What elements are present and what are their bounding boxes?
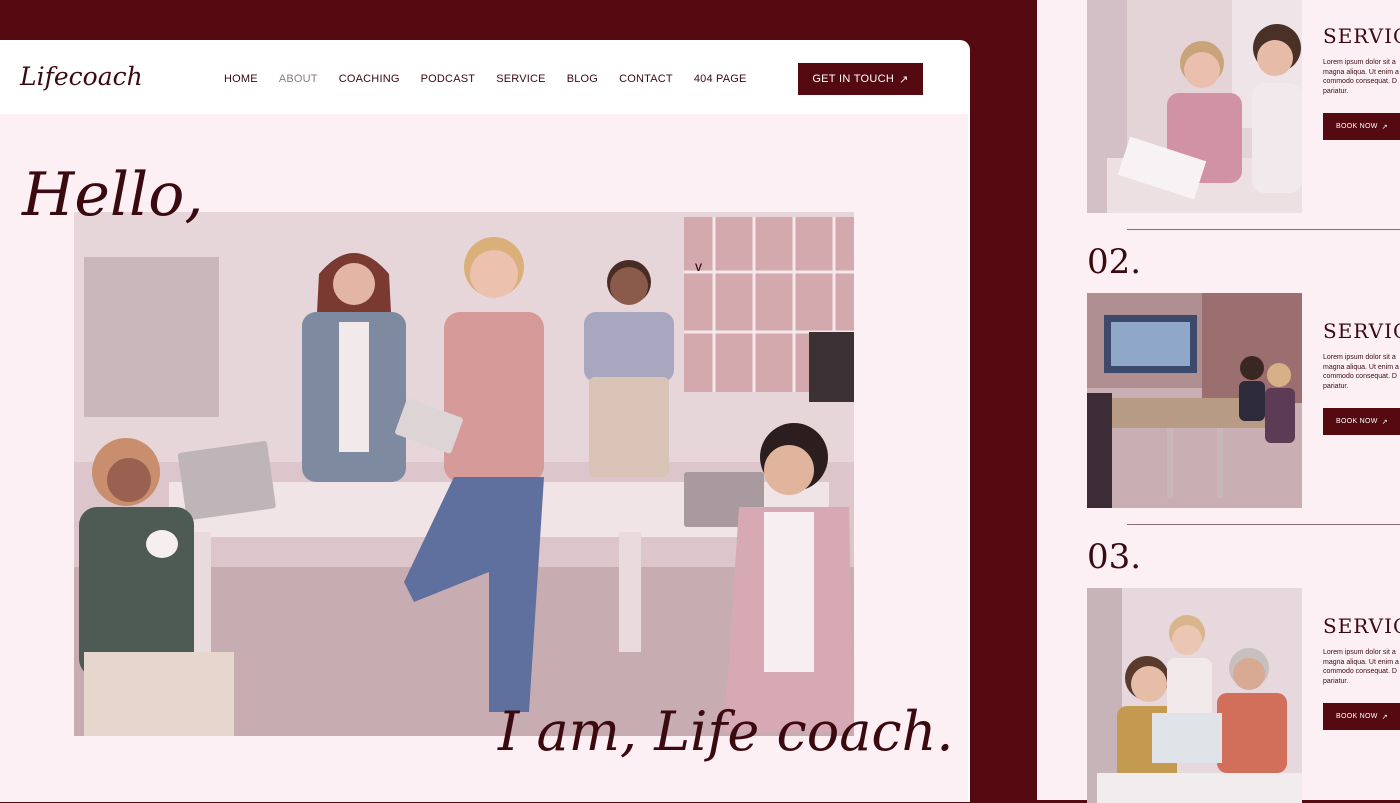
hero-tagline: I am, Life coach. (498, 700, 954, 763)
nav-blog[interactable]: BLOG (567, 73, 598, 85)
service-2-description: Lorem ipsum dolor sit a magna aliqua. Ut… (1323, 354, 1399, 390)
service-3-illustration (1087, 588, 1302, 803)
service-1-description: Lorem ipsum dolor sit a magna aliqua. Ut… (1323, 59, 1399, 95)
nav-contact[interactable]: CONTACT (619, 73, 673, 85)
service-divider (1127, 229, 1400, 230)
service-2-photo (1087, 293, 1302, 508)
hero-greeting: Hello, (22, 160, 204, 230)
hero-team-photo (74, 212, 854, 736)
service-1-book-now-button[interactable]: BOOK NOW ↗ (1323, 113, 1400, 140)
service-divider (1127, 524, 1400, 525)
service-2-number: 02. (1087, 242, 1142, 282)
service-1-illustration (1087, 0, 1302, 213)
nav-links: HOME ABOUT COACHING PODCAST SERVICE BLOG… (224, 73, 768, 85)
service-3-description: Lorem ipsum dolor sit a magna aliqua. Ut… (1323, 649, 1399, 685)
service-1-title: SERVIC (1323, 24, 1400, 48)
cursor-glyph: v (695, 258, 702, 274)
nav-podcast[interactable]: PODCAST (421, 73, 476, 85)
service-2-book-now-label: BOOK NOW (1336, 418, 1378, 425)
navbar: Lifecoach HOME ABOUT COACHING PODCAST SE… (0, 42, 968, 114)
homepage-preview: Lifecoach HOME ABOUT COACHING PODCAST SE… (0, 40, 970, 802)
service-1-book-now-label: BOOK NOW (1336, 123, 1378, 130)
service-3-title: SERVIC (1323, 614, 1400, 638)
nav-404-page[interactable]: 404 PAGE (694, 73, 747, 85)
nav-coaching[interactable]: COACHING (339, 73, 400, 85)
arrow-up-right-icon: ↗ (899, 73, 909, 86)
service-1-photo (1087, 0, 1302, 213)
site-logo[interactable]: Lifecoach (20, 62, 143, 91)
service-3-book-now-label: BOOK NOW (1336, 713, 1378, 720)
service-3-number: 03. (1087, 537, 1142, 577)
arrow-up-right-icon: ↗ (1381, 123, 1388, 131)
services-preview: SERVIC Lorem ipsum dolor sit a magna ali… (1037, 0, 1400, 803)
arrow-up-right-icon: ↗ (1381, 713, 1388, 721)
service-2-illustration (1087, 293, 1302, 508)
arrow-up-right-icon: ↗ (1381, 418, 1388, 426)
get-in-touch-button[interactable]: GET IN TOUCH ↗ (798, 63, 923, 95)
service-2-title: SERVIC (1323, 319, 1400, 343)
nav-home[interactable]: HOME (224, 73, 258, 85)
service-2-book-now-button[interactable]: BOOK NOW ↗ (1323, 408, 1400, 435)
nav-service[interactable]: SERVICE (496, 73, 546, 85)
service-3-photo (1087, 588, 1302, 803)
get-in-touch-label: GET IN TOUCH (812, 73, 895, 85)
nav-about[interactable]: ABOUT (279, 73, 318, 85)
service-3-book-now-button[interactable]: BOOK NOW ↗ (1323, 703, 1400, 730)
hero-photo-illustration (74, 212, 854, 736)
